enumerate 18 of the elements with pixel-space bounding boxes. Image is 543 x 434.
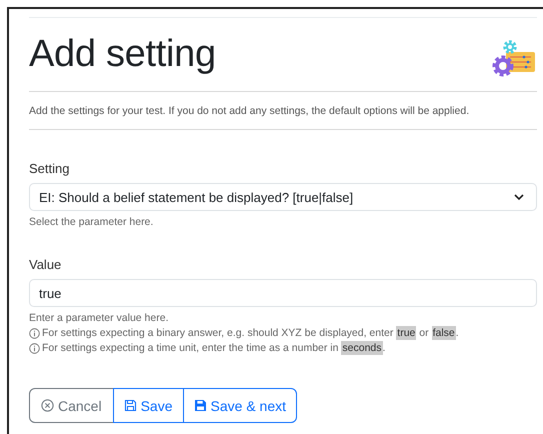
setting-dropdown[interactable]: EI: Should a belief statement be displayed? [true|false] [29,183,537,211]
note-text: For settings expecting a binary answer, e.g. should XYZ be displayed, enter true or false. [42,327,459,339]
save-button[interactable]: Save [112,388,184,423]
info-icon [29,342,40,354]
field-label: Setting [29,161,70,176]
info-icon [29,328,40,338]
chevron-down-icon [514,194,524,200]
value-input[interactable]: true [29,279,537,307]
note-text: For settings expecting a time unit, enter the time as a number in seconds. [42,342,386,354]
description-text: Add the settings for your test. If you do not add any settings, the default options will be applied. [29,104,470,119]
save-and-next-button[interactable]: Save & next [182,388,298,423]
close-circle-icon [41,399,54,412]
field-label: Value [29,257,62,272]
page-title: Add setting [29,33,216,76]
hint-text: Enter a parameter value here. [29,312,170,324]
hint-text: Select the parameter here. [29,216,154,228]
cancel-button[interactable]: Cancel [29,388,114,423]
settings-illustration-icon [491,38,537,78]
